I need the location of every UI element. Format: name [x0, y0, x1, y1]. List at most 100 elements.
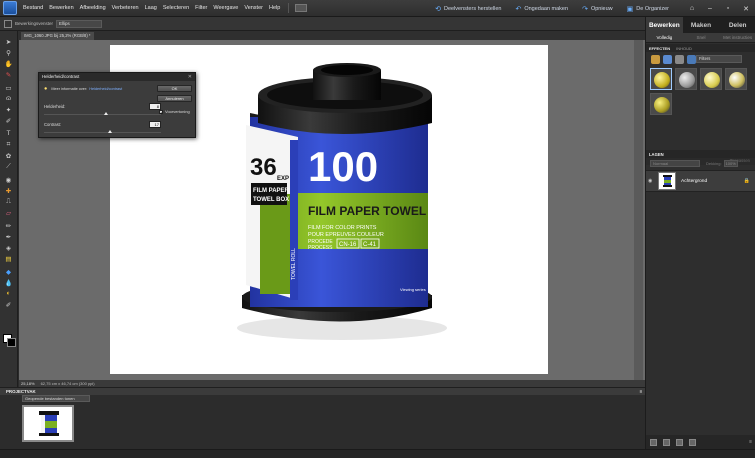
shape-tool-icon[interactable]: ◆ [3, 267, 14, 276]
clone-stamp-tool-icon[interactable]: ⎍ [3, 197, 14, 206]
selection-brush-tool-icon[interactable]: ✐ [3, 116, 14, 125]
marquee-tool-icon[interactable]: ▭ [3, 83, 14, 92]
paint-bucket-tool-icon[interactable]: ◈ [3, 243, 14, 252]
workspace-layout-button[interactable] [295, 4, 308, 12]
maximize-icon[interactable]: ▫ [719, 2, 737, 16]
dialog-title-bar[interactable]: Helderheid/contrast ✕ [39, 73, 195, 81]
effect-thumbnail[interactable] [700, 68, 722, 90]
menu-help[interactable]: Help [269, 5, 280, 11]
sponge-tool-icon[interactable]: ◐ [3, 289, 14, 298]
hand-tool-icon[interactable]: ✋ [3, 59, 14, 68]
project-bin-select[interactable]: Geopende bestanden tonen [22, 395, 90, 402]
gradient-tool-icon[interactable]: ▤ [3, 254, 14, 263]
menu-afbeelding[interactable]: Afbeelding [80, 5, 106, 11]
filters-icon[interactable] [651, 54, 660, 64]
project-bin-header[interactable]: PROJECTVAK ≡ [0, 387, 645, 395]
label-vertical: TOWEL ROLL [291, 248, 297, 280]
ok-button[interactable]: OK [157, 85, 192, 92]
close-icon[interactable]: ✕ [737, 2, 755, 16]
effect-thumbnail[interactable] [650, 93, 672, 115]
subtab-met-instructies[interactable]: Met instructies [719, 33, 755, 42]
menu-bewerken[interactable]: Bewerken [49, 5, 73, 11]
label-exp: EXP [277, 176, 289, 182]
red-eye-tool-icon[interactable]: ◉ [3, 175, 14, 184]
cookie-cutter-tool-icon[interactable]: ✿ [3, 151, 14, 160]
canvas-vertical-scrollbar[interactable] [634, 40, 643, 380]
shape-select[interactable]: Ellips [56, 19, 103, 28]
label-brand: Viewing series [400, 287, 426, 292]
redo-button[interactable]: ↷ Opnieuw [582, 5, 613, 13]
organizer-button[interactable]: ▣ De Organizer [627, 5, 669, 13]
organizer-icon: ▣ [626, 5, 634, 13]
type-tool-icon[interactable]: T [3, 129, 14, 138]
menu-verbeteren[interactable]: Verbeteren [112, 5, 139, 11]
menu-filter[interactable]: Filter [195, 5, 207, 11]
effect-thumbnail[interactable] [725, 68, 747, 90]
subtab-snel[interactable]: Snel [683, 33, 720, 42]
menu-weergave[interactable]: Weergave [213, 5, 238, 11]
magic-wand-tool-icon[interactable]: ✦ [3, 105, 14, 114]
zoom-level[interactable]: 25,18% [21, 381, 35, 386]
zoom-tool-icon[interactable]: ⚲ [3, 48, 14, 57]
new-layer-icon[interactable] [650, 438, 657, 446]
lightbulb-icon: ● [44, 86, 48, 92]
adjustment-layer-icon[interactable] [663, 438, 670, 446]
menu-venster[interactable]: Venster [244, 5, 263, 11]
right-panel: Bewerken Maken Delen Volledig Snel Met i… [645, 17, 755, 449]
straighten-tool-icon[interactable]: ⟋ [3, 162, 14, 171]
dialog-help-link[interactable]: Helderheid/contrast [89, 87, 122, 91]
healing-brush-tool-icon[interactable]: ✚ [3, 186, 14, 195]
tab-bewerken[interactable]: Bewerken [646, 17, 683, 33]
brush-tool-icon[interactable]: ✏ [3, 221, 14, 230]
layer-mask-icon[interactable] [676, 438, 683, 446]
eyedropper-tool-icon[interactable]: ✎ [3, 70, 14, 79]
home-icon[interactable]: ⌂ [683, 2, 701, 16]
tab-delen[interactable]: Delen [719, 17, 755, 33]
subtab-volledig[interactable]: Volledig [646, 33, 683, 42]
tab-maken[interactable]: Maken [683, 17, 720, 33]
dialog-close-icon[interactable]: ✕ [188, 73, 192, 81]
blur-tool-icon[interactable]: 💧 [3, 278, 14, 287]
blend-mode-select[interactable]: Normaal [650, 159, 700, 167]
restore-panels-button[interactable]: ⟲ Deelvensters herstellen [435, 5, 501, 13]
menu-bestand[interactable]: Bestand [23, 5, 43, 11]
visibility-eye-icon[interactable]: ◉ [648, 178, 656, 184]
eraser-tool-icon[interactable]: ▱ [3, 208, 14, 217]
contrast-slider[interactable] [44, 130, 161, 133]
effects-category-select[interactable]: Filters [696, 55, 742, 63]
cancel-button[interactable]: Annuleren [157, 95, 192, 102]
move-tool-icon[interactable]: ➤ [3, 37, 14, 46]
photo-effects-icon[interactable] [675, 54, 684, 64]
crop-tool-icon[interactable]: ⌗ [3, 140, 14, 149]
delete-layer-icon[interactable] [689, 438, 696, 446]
panel-menu-icon[interactable]: ≡ [749, 439, 752, 445]
opacity-input[interactable]: 100% [723, 159, 738, 167]
checkbox-checked-icon[interactable]: ✓ [159, 109, 163, 114]
undo-button[interactable]: ↶ Ongedaan maken [515, 5, 568, 13]
background-color-swatch[interactable] [7, 338, 16, 347]
pencil-tool-icon[interactable]: ✐ [3, 300, 14, 309]
minimize-icon[interactable]: – [701, 2, 719, 16]
document-tab[interactable]: IMG_1060.JPG bij 25,2% (RGB/8) * [21, 32, 94, 40]
content-tab[interactable]: INHOUD [676, 46, 692, 51]
contrast-input[interactable]: 17 [149, 121, 161, 128]
brightness-slider[interactable] [44, 112, 161, 115]
effect-thumbnail[interactable] [675, 68, 697, 90]
project-bin-thumbnail[interactable] [22, 405, 74, 442]
layer-styles-icon[interactable] [663, 54, 672, 64]
layer-row[interactable]: ◉ Achtergrond 🔒 [646, 170, 755, 192]
brightness-slider-thumb[interactable] [104, 112, 108, 115]
menu-laag[interactable]: Laag [145, 5, 157, 11]
contrast-slider-thumb[interactable] [107, 130, 112, 133]
smart-brush-tool-icon[interactable]: ✒ [3, 232, 14, 241]
brightness-input[interactable]: 8 [149, 103, 161, 110]
collapse-icon[interactable]: ≡ [639, 389, 642, 394]
effects-tab[interactable]: EFFECTEN [649, 46, 670, 51]
menu-selecteren[interactable]: Selecteren [163, 5, 189, 11]
all-effects-icon[interactable] [687, 54, 696, 64]
tool-options-bar: Bewerkingsvenster Ellips [0, 17, 645, 31]
effect-thumbnail[interactable] [650, 68, 672, 90]
preview-label: Voorvertoning [165, 109, 190, 114]
lasso-tool-icon[interactable]: ɷ [3, 94, 14, 103]
preview-checkbox[interactable]: ✓ Voorvertoning [159, 109, 190, 114]
